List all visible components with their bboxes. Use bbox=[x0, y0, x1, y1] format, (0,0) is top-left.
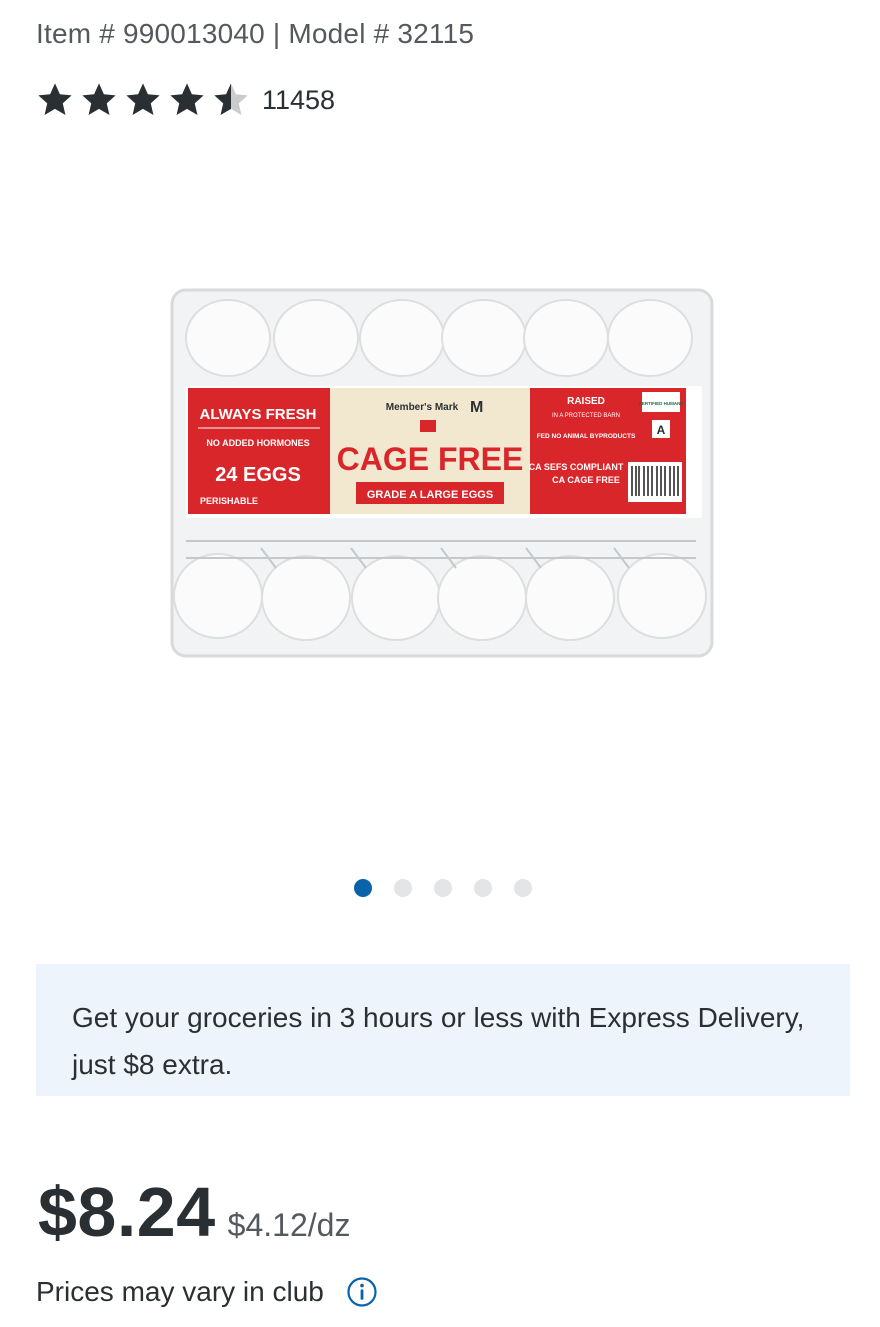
carousel-dot[interactable] bbox=[514, 879, 532, 897]
product-image[interactable]: ALWAYS FRESH NO ADDED HORMONES 24 EGGS P… bbox=[166, 286, 718, 664]
certified-humane-badge: CERTIFIED HUMANE bbox=[639, 401, 684, 406]
review-count[interactable]: 11458 bbox=[262, 85, 335, 116]
express-delivery-text: Get your groceries in 3 hours or less wi… bbox=[72, 1002, 805, 1080]
star-icon bbox=[126, 83, 160, 116]
star-icon bbox=[82, 83, 116, 116]
image-carousel-indicator[interactable] bbox=[354, 879, 532, 897]
label-ca-cage-free: CA CAGE FREE bbox=[552, 475, 620, 485]
label-ca-sefs: CA SEFS COMPLIANT bbox=[529, 462, 624, 472]
express-delivery-banner: Get your groceries in 3 hours or less wi… bbox=[36, 964, 850, 1096]
price-row: $8.24 $4.12/dz bbox=[38, 1172, 350, 1252]
label-perishable: PERISHABLE bbox=[200, 496, 258, 506]
carousel-dot[interactable] bbox=[354, 879, 372, 897]
label-grade-a: GRADE A LARGE EGGS bbox=[367, 489, 493, 501]
label-cage-free: CAGE FREE bbox=[337, 441, 524, 477]
price: $8.24 bbox=[38, 1173, 216, 1251]
label-fed-no-animal: FED NO ANIMAL BYPRODUCTS bbox=[537, 433, 636, 440]
rating-summary[interactable]: 11458 bbox=[36, 80, 335, 120]
carousel-dot[interactable] bbox=[434, 879, 452, 897]
label-raised: RAISED bbox=[567, 396, 605, 407]
carousel-dot[interactable] bbox=[394, 879, 412, 897]
product-page: Item # 990013040 | Model # 32115 11458 A… bbox=[0, 0, 880, 1327]
star-rating bbox=[36, 81, 250, 119]
star-icon bbox=[170, 83, 204, 116]
price-disclaimer: Prices may vary in club bbox=[36, 1276, 378, 1308]
label-always-fresh: ALWAYS FRESH bbox=[200, 406, 317, 423]
label-no-hormones: NO ADDED HORMONES bbox=[206, 438, 309, 448]
brand-logo-text: Member's Mark bbox=[386, 402, 459, 413]
star-half-icon bbox=[214, 83, 248, 116]
info-icon[interactable] bbox=[346, 1276, 378, 1308]
label-protected-barn: IN A PROTECTED BARN bbox=[552, 413, 620, 419]
carousel-dot[interactable] bbox=[474, 879, 492, 897]
usda-grade-shield: A bbox=[657, 423, 666, 437]
item-model-line: Item # 990013040 | Model # 32115 bbox=[36, 18, 475, 49]
label-24-eggs: 24 EGGS bbox=[215, 464, 301, 486]
unit-price: $4.12/dz bbox=[227, 1207, 351, 1243]
price-disclaimer-text: Prices may vary in club bbox=[36, 1276, 324, 1307]
star-icon bbox=[38, 83, 72, 116]
svg-text:M: M bbox=[470, 399, 483, 416]
